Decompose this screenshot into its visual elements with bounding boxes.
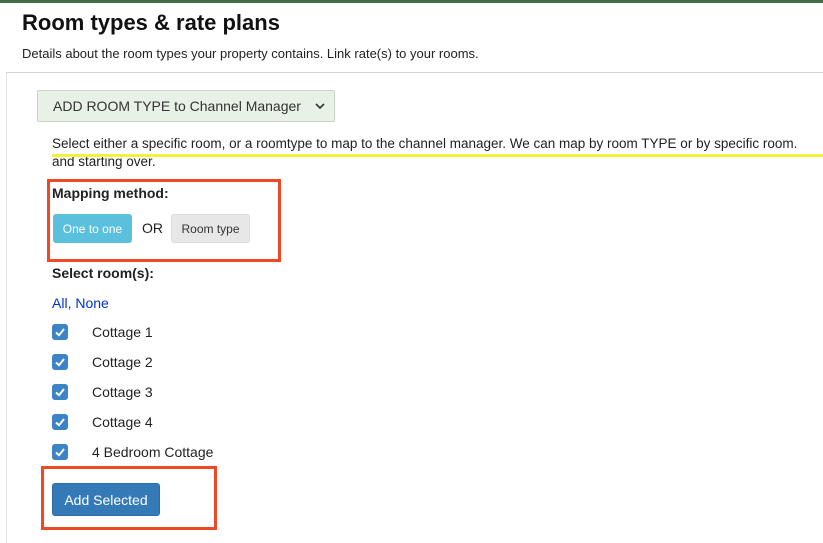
room-row: 4 Bedroom Cottage (52, 442, 213, 462)
room-checkbox[interactable] (52, 414, 68, 430)
room-type-select-value: ADD ROOM TYPE to Channel Manager (53, 98, 301, 114)
page-title: Room types & rate plans (22, 10, 280, 35)
room-label: Cottage 3 (92, 384, 153, 400)
header-divider (6, 72, 823, 73)
info-line-1: Select either a specific room, or a room… (52, 136, 798, 151)
room-label: Cottage 2 (92, 354, 153, 370)
room-label: Cottage 1 (92, 324, 153, 340)
checkmark-icon (55, 328, 65, 337)
room-row: Cottage 4 (52, 412, 153, 432)
room-row: Cottage 3 (52, 382, 153, 402)
chevron-down-icon (315, 103, 325, 110)
room-label: Cottage 4 (92, 414, 153, 430)
mapping-highlight-box (47, 179, 281, 262)
room-label: 4 Bedroom Cottage (92, 444, 214, 460)
select-none-link[interactable]: None (75, 295, 108, 311)
room-checkbox[interactable] (52, 384, 68, 400)
room-checkbox[interactable] (52, 354, 68, 370)
checkmark-icon (55, 418, 65, 427)
room-checkbox[interactable] (52, 444, 68, 460)
checkmark-icon (55, 448, 65, 457)
yellow-underline-annotation (52, 154, 823, 157)
link-separator: , (67, 295, 72, 311)
add-button-highlight-box (41, 466, 217, 530)
checkmark-icon (55, 388, 65, 397)
top-accent-bar (0, 0, 823, 3)
room-row: Cottage 2 (52, 352, 153, 372)
checkmark-icon (55, 358, 65, 367)
mapping-info-text: Select either a specific room, or a room… (52, 135, 823, 171)
select-all-none: All, None (52, 295, 109, 311)
select-all-link[interactable]: All (52, 295, 68, 311)
content-left-border (6, 73, 7, 543)
room-checkbox[interactable] (52, 324, 68, 340)
select-rooms-label: Select room(s): (52, 265, 154, 281)
room-row: Cottage 1 (52, 322, 153, 342)
page-subtitle: Details about the room types your proper… (22, 46, 479, 61)
room-type-select[interactable]: ADD ROOM TYPE to Channel Manager (37, 90, 335, 122)
